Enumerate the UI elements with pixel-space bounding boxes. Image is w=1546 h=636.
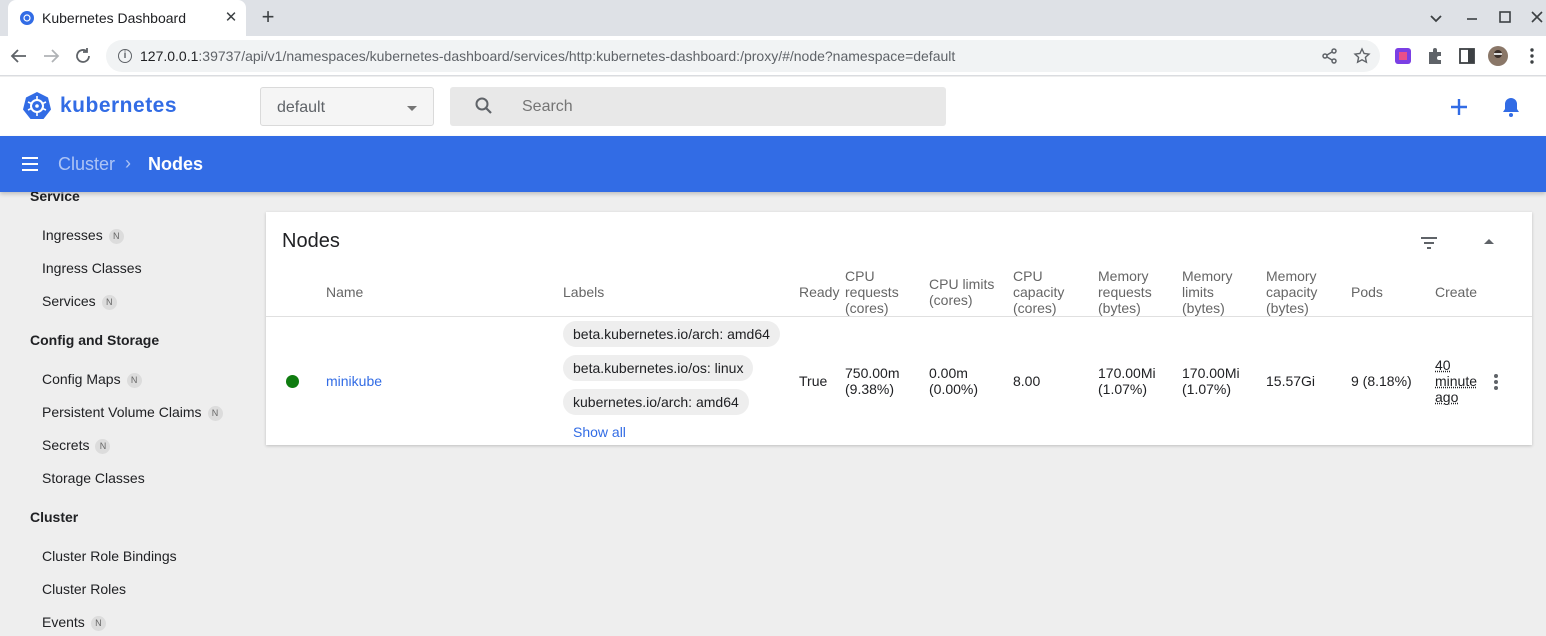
collapse-caret-up-icon[interactable]	[1482, 234, 1496, 248]
notifications-bell-icon[interactable]	[1499, 95, 1523, 119]
extension-app-icon[interactable]	[1393, 46, 1413, 66]
breadcrumb-toolbar: Cluster › Nodes	[0, 136, 1546, 192]
column-header-memory-requests: Memory requests (bytes)	[1098, 268, 1152, 316]
show-all-labels-link[interactable]: Show all	[573, 424, 626, 440]
column-header-created[interactable]: Create	[1435, 284, 1477, 300]
node-created-age: 40 minute ago	[1435, 357, 1478, 405]
namespaced-badge: N	[101, 295, 117, 310]
node-name-link[interactable]: minikube	[326, 373, 382, 389]
card-title: Nodes	[282, 230, 340, 252]
node-cpu-requests: 750.00m (9.38%)	[845, 365, 900, 397]
table-header-divider	[266, 316, 1532, 317]
column-header-cpu-requests: CPU requests (cores)	[845, 268, 899, 316]
browser-toolbar: i 127.0.0.1:39737/api/v1/namespaces/kube…	[0, 36, 1546, 76]
sidebar-item-cluster-role-bindings[interactable]: Cluster Role Bindings	[42, 548, 177, 564]
tab-title: Kubernetes Dashboard	[42, 10, 186, 26]
row-actions-kebab-icon[interactable]	[1486, 372, 1506, 392]
site-info-icon[interactable]: i	[118, 49, 132, 63]
column-header-ready: Ready	[799, 284, 840, 300]
bookmark-star-icon[interactable]	[1353, 47, 1371, 65]
browser-tab[interactable]: Kubernetes Dashboard ✕	[8, 0, 246, 36]
close-tab-icon[interactable]: ✕	[222, 9, 240, 27]
close-window-icon[interactable]	[1527, 8, 1546, 28]
column-header-cpu-capacity: CPU capacity (cores)	[1013, 268, 1065, 316]
reload-icon[interactable]	[72, 45, 94, 67]
sidebar-item-events[interactable]: Events N	[42, 614, 106, 631]
node-memory-requests: 170.00Mi (1.07%)	[1098, 365, 1156, 397]
logo-text[interactable]: kubernetes	[60, 94, 177, 118]
namespaced-badge: N	[108, 229, 124, 244]
tab-search-chevron-icon[interactable]	[1426, 8, 1446, 28]
filter-icon[interactable]	[1418, 232, 1440, 254]
sidebar-section-service: Service	[30, 192, 80, 204]
new-tab-button[interactable]: +	[258, 6, 278, 28]
sidebar-item-cluster-roles[interactable]: Cluster Roles	[42, 581, 126, 597]
dropdown-caret-icon	[407, 106, 417, 111]
breadcrumb-chevron-icon: ›	[125, 153, 131, 173]
maximize-icon[interactable]	[1495, 8, 1515, 28]
back-arrow-icon[interactable]	[8, 45, 30, 67]
share-icon[interactable]	[1321, 47, 1339, 65]
node-ready-value: True	[799, 373, 828, 389]
hamburger-menu-icon[interactable]	[20, 154, 40, 174]
column-header-cpu-limits: CPU limits (cores)	[929, 276, 995, 308]
sidebar-section-config-storage: Config and Storage	[30, 332, 160, 348]
namespace-selector[interactable]: default	[260, 87, 434, 126]
sidebar-item-secrets[interactable]: Secrets N	[42, 437, 111, 454]
node-cpu-capacity: 8.00	[1013, 373, 1041, 389]
node-memory-capacity: 15.57Gi	[1266, 373, 1316, 389]
extensions-puzzle-icon[interactable]	[1425, 46, 1445, 66]
column-header-pods: Pods	[1351, 284, 1383, 300]
column-header-labels: Labels	[563, 284, 605, 300]
namespace-value: default	[277, 99, 326, 116]
sidebar-nav: Service Ingresses N Ingress Classes Servi…	[0, 192, 250, 636]
sidebar-item-storage-classes[interactable]: Storage Classes	[42, 470, 145, 486]
namespaced-badge: N	[95, 439, 111, 454]
search-input[interactable]	[522, 87, 922, 126]
url-text[interactable]: 127.0.0.1:39737/api/v1/namespaces/kubern…	[140, 48, 955, 64]
sidebar-item-pvc[interactable]: Persistent Volume Claims N	[42, 404, 223, 421]
namespaced-badge: N	[207, 406, 223, 421]
namespaced-badge: N	[126, 373, 142, 388]
address-bar[interactable]: i 127.0.0.1:39737/api/v1/namespaces/kube…	[106, 40, 1380, 72]
breadcrumb-cluster-link[interactable]: Cluster	[58, 154, 115, 175]
browser-tabstrip: Kubernetes Dashboard ✕ +	[0, 0, 1546, 36]
create-resource-plus-icon[interactable]	[1447, 95, 1471, 119]
kubernetes-favicon-icon	[20, 11, 34, 25]
breadcrumb-current: Nodes	[148, 154, 204, 174]
minimize-icon[interactable]	[1462, 8, 1482, 28]
side-panel-icon[interactable]	[1457, 46, 1477, 66]
node-pods: 9 (8.18%)	[1351, 373, 1412, 389]
column-header-name[interactable]: Name	[326, 284, 363, 300]
profile-avatar[interactable]	[1488, 46, 1508, 66]
search-icon	[475, 97, 492, 114]
node-ready-status-icon	[286, 375, 299, 388]
forward-arrow-icon[interactable]	[40, 45, 62, 67]
sidebar-item-ingress-classes[interactable]: Ingress Classes	[42, 260, 142, 276]
sidebar-item-config-maps[interactable]: Config Maps N	[42, 371, 142, 388]
label-chip: beta.kubernetes.io/os: linux	[563, 355, 754, 381]
column-header-memory-limits: Memory limits (bytes)	[1182, 268, 1233, 316]
app-header: kubernetes default	[0, 77, 1546, 136]
sidebar-item-ingresses[interactable]: Ingresses N	[42, 227, 124, 244]
label-chip: beta.kubernetes.io/arch: amd64	[563, 321, 780, 347]
sidebar-section-cluster: Cluster	[30, 509, 79, 525]
namespaced-badge: N	[90, 616, 106, 631]
nodes-card: Nodes Name Labels Ready CPU requests (core…	[266, 212, 1532, 445]
browser-menu-icon[interactable]	[1522, 46, 1542, 66]
kubernetes-logo-icon[interactable]	[22, 91, 52, 121]
sidebar-item-services[interactable]: Services N	[42, 293, 117, 310]
column-header-memory-capacity: Memory capacity (bytes)	[1266, 268, 1318, 316]
search-bar	[450, 87, 946, 126]
label-chip: kubernetes.io/arch: amd64	[563, 389, 749, 415]
node-memory-limits: 170.00Mi (1.07%)	[1182, 365, 1240, 397]
node-cpu-limits: 0.00m (0.00%)	[929, 365, 979, 397]
